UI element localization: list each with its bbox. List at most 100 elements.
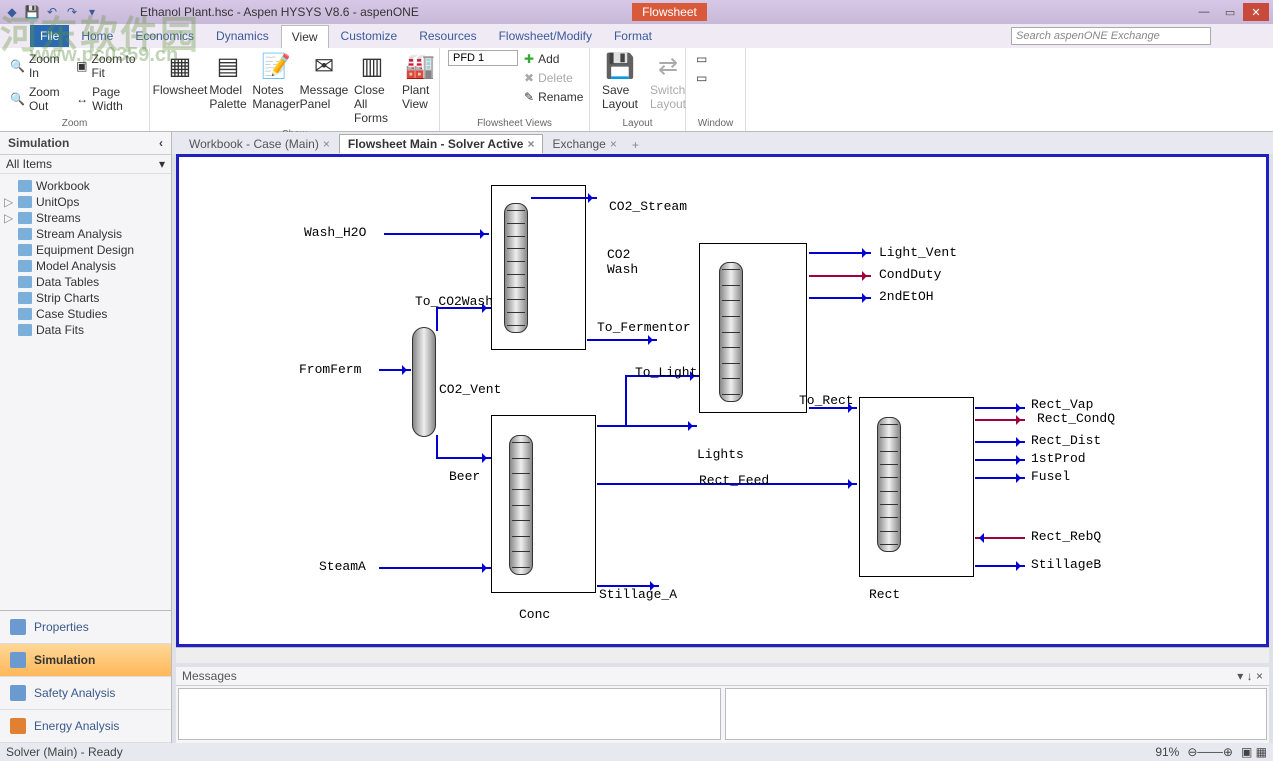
- energy-icon: [10, 718, 26, 734]
- save-layout-button[interactable]: 💾Save Layout: [598, 50, 642, 113]
- tree-unitops[interactable]: ▷UnitOps: [2, 194, 169, 210]
- menu-dynamics[interactable]: Dynamics: [206, 25, 279, 47]
- model-palette-button[interactable]: ▤Model Palette: [206, 50, 250, 113]
- layout-group-label: Layout: [598, 116, 677, 129]
- tab-exchange[interactable]: Exchange×: [543, 134, 625, 154]
- close-icon[interactable]: ×: [323, 137, 330, 151]
- rename-pfd-button[interactable]: ✎Rename: [522, 88, 585, 106]
- page-width-button[interactable]: ↔Page Width: [74, 83, 141, 115]
- tree-data-tables[interactable]: Data Tables: [2, 274, 169, 290]
- stream-steama[interactable]: [379, 567, 491, 569]
- nav-safety[interactable]: Safety Analysis: [0, 677, 171, 710]
- menu-format[interactable]: Format: [604, 25, 662, 47]
- stream-wash-h2o[interactable]: [384, 233, 489, 235]
- tree-strip-charts[interactable]: Strip Charts: [2, 290, 169, 306]
- delete-pfd-button[interactable]: ✖Delete: [522, 69, 585, 87]
- undo-icon[interactable]: ↶: [44, 4, 60, 20]
- stream-condduty[interactable]: [809, 275, 871, 277]
- tree-stream-analysis[interactable]: Stream Analysis: [2, 226, 169, 242]
- stream-rect-dist[interactable]: [975, 441, 1025, 443]
- minimize-button[interactable]: —: [1191, 3, 1217, 21]
- menu-flowsheet-modify[interactable]: Flowsheet/Modify: [489, 25, 602, 47]
- stream-rect-condq[interactable]: [975, 419, 1025, 421]
- zoom-fit-button[interactable]: ▣Zoom to Fit: [74, 50, 141, 82]
- zoom-in-button[interactable]: 🔍Zoom In: [8, 50, 70, 82]
- stream-fromferm[interactable]: [379, 369, 411, 371]
- redo-icon[interactable]: ↷: [64, 4, 80, 20]
- plant-view-button[interactable]: 🏭Plant View: [398, 50, 442, 113]
- unit-conc[interactable]: [491, 415, 596, 593]
- stream-co2stream[interactable]: [531, 197, 597, 199]
- add-tab-button[interactable]: +: [626, 136, 645, 154]
- tree-equipment[interactable]: Equipment Design: [2, 242, 169, 258]
- menu-customize[interactable]: Customize: [331, 25, 408, 47]
- flowsheet-canvas[interactable]: CO2 Wash Lights Conc Rect CO2_Vent Was: [179, 157, 1266, 644]
- message-box-left[interactable]: [178, 688, 721, 740]
- horizontal-scrollbar[interactable]: [176, 647, 1269, 663]
- pfd-combo[interactable]: PFD 1: [448, 50, 518, 66]
- stream-light-vent[interactable]: [809, 252, 871, 254]
- menu-resources[interactable]: Resources: [409, 25, 486, 47]
- stream-rect-vap[interactable]: [975, 407, 1025, 409]
- menu-economics[interactable]: Economics: [125, 25, 204, 47]
- tree-case-studies[interactable]: Case Studies: [2, 306, 169, 322]
- column-conc[interactable]: [509, 435, 533, 575]
- qat-more-icon[interactable]: ▾: [84, 4, 100, 20]
- window-btn1[interactable]: ▭: [694, 50, 709, 68]
- stream-2ndetoh[interactable]: [809, 297, 871, 299]
- close-icon[interactable]: ×: [610, 137, 617, 151]
- close-button[interactable]: ✕: [1243, 3, 1269, 21]
- close-icon[interactable]: ×: [527, 137, 534, 151]
- stream-stillageb[interactable]: [975, 565, 1025, 567]
- notes-manager-button[interactable]: 📝Notes Manager: [254, 50, 298, 113]
- tree-workbook[interactable]: Workbook: [2, 178, 169, 194]
- menu-file[interactable]: File: [30, 25, 69, 47]
- add-pfd-button[interactable]: ✚Add: [522, 50, 585, 68]
- stream-beer[interactable]: [437, 457, 491, 459]
- switch-layout-button[interactable]: ⇄Switch Layout: [646, 50, 690, 113]
- stream-rect-rebq[interactable]: [975, 537, 1025, 539]
- sidebar-header: Simulation‹: [0, 132, 171, 155]
- status-icons[interactable]: ▣ ▦: [1241, 745, 1267, 759]
- save-icon[interactable]: 💾: [24, 4, 40, 20]
- stream-to-light[interactable]: [597, 425, 697, 427]
- folder-icon: [18, 244, 32, 256]
- column-co2wash[interactable]: [504, 203, 528, 333]
- nav-properties[interactable]: Properties: [0, 611, 171, 644]
- flowsheet-button[interactable]: ▦Flowsheet: [158, 50, 202, 99]
- search-input[interactable]: Search aspenONE Exchange: [1011, 27, 1211, 45]
- context-tab: Flowsheet: [632, 3, 707, 21]
- menu-view[interactable]: View: [281, 25, 329, 48]
- page-width-icon: ↔: [76, 92, 88, 106]
- menu-home[interactable]: Home: [71, 25, 123, 47]
- stream-1stprod[interactable]: [975, 459, 1025, 461]
- unit-lights[interactable]: [699, 243, 807, 413]
- message-box-right[interactable]: [725, 688, 1268, 740]
- column-lights[interactable]: [719, 262, 743, 402]
- stream-fusel[interactable]: [975, 477, 1025, 479]
- stream-to-fermentor[interactable]: [587, 339, 657, 341]
- close-forms-button[interactable]: ▥Close All Forms: [350, 50, 394, 127]
- window-btn2[interactable]: ▭: [694, 69, 709, 87]
- folder-icon: [18, 308, 32, 320]
- safety-icon: [10, 685, 26, 701]
- maximize-button[interactable]: ▭: [1217, 3, 1243, 21]
- nav-energy[interactable]: Energy Analysis: [0, 710, 171, 743]
- collapse-icon[interactable]: ‹: [159, 136, 163, 150]
- zoom-slider[interactable]: ⊖───⊕: [1187, 745, 1233, 759]
- tree-model-analysis[interactable]: Model Analysis: [2, 258, 169, 274]
- nav-simulation[interactable]: Simulation: [0, 644, 171, 677]
- message-panel-button[interactable]: ✉Message Panel: [302, 50, 346, 113]
- flowsheet-views-label: Flowsheet Views: [448, 116, 581, 129]
- tree-data-fits[interactable]: Data Fits: [2, 322, 169, 338]
- column-rect[interactable]: [877, 417, 901, 552]
- sim-icon: [10, 652, 26, 668]
- zoom-out-button[interactable]: 🔍Zoom Out: [8, 83, 70, 115]
- label-co2vent: CO2_Vent: [439, 382, 501, 397]
- tab-workbook[interactable]: Workbook - Case (Main)×: [180, 134, 339, 154]
- tree-streams[interactable]: ▷Streams: [2, 210, 169, 226]
- tab-flowsheet[interactable]: Flowsheet Main - Solver Active×: [339, 134, 544, 154]
- vessel-co2vent[interactable]: [412, 327, 436, 437]
- panel-controls[interactable]: ▾ ↓ ×: [1237, 669, 1263, 683]
- sidebar-filter[interactable]: All Items▾: [0, 155, 171, 174]
